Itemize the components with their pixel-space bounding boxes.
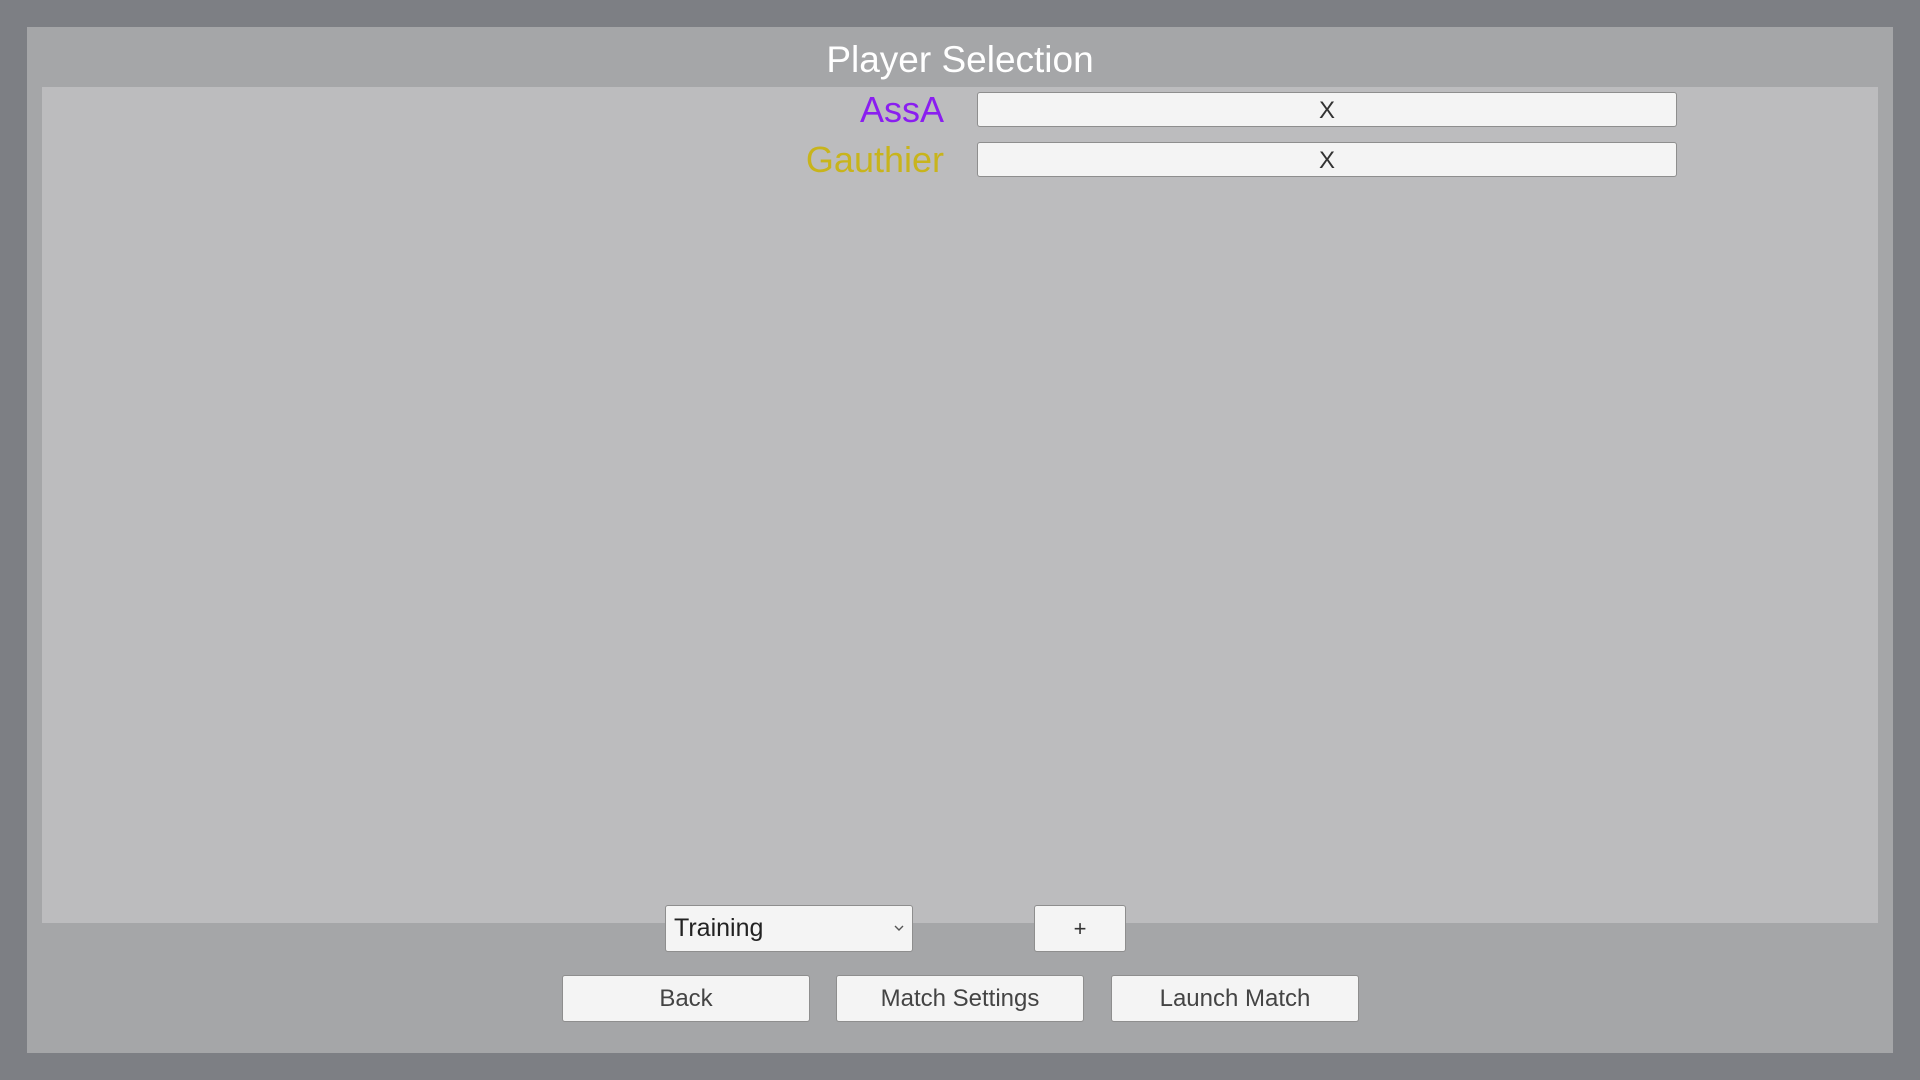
back-button[interactable]: Back	[562, 975, 810, 1022]
remove-player-button[interactable]: X	[977, 92, 1677, 127]
player-type-selected: Training	[674, 914, 764, 942]
page-title: Player Selection	[826, 39, 1094, 80]
player-name: Gauthier	[805, 139, 944, 180]
launch-match-button[interactable]: Launch Match	[1111, 975, 1359, 1022]
match-settings-button[interactable]: Match Settings	[836, 975, 1084, 1022]
player-selection-window: Player Selection AssA X Gauthier X	[27, 27, 1893, 1053]
player-name: AssA	[859, 89, 944, 130]
add-player-button[interactable]: +	[1034, 905, 1126, 952]
player-row: Gauthier X	[42, 141, 1878, 179]
player-list-panel: AssA X Gauthier X	[42, 87, 1878, 923]
chevron-down-icon	[894, 921, 904, 933]
player-row: AssA X	[42, 91, 1878, 129]
player-type-dropdown[interactable]: Training	[665, 905, 913, 952]
remove-player-button[interactable]: X	[977, 142, 1677, 177]
